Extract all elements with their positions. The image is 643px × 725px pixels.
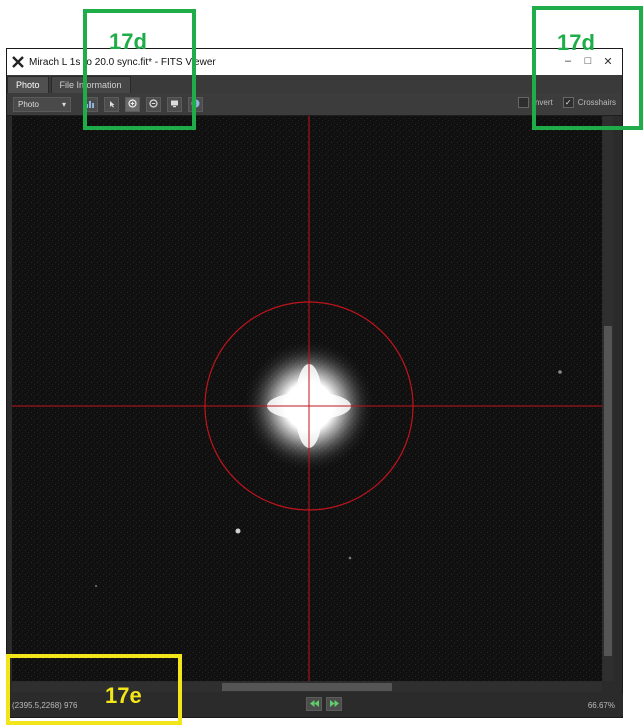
display-mode-value: Photo <box>18 99 39 109</box>
display-mode-select[interactable]: Photo ▾ <box>13 96 71 112</box>
vertical-scroll-thumb[interactable] <box>604 326 612 656</box>
rewind-icon <box>309 699 319 709</box>
faint-star <box>558 370 562 374</box>
callout-17e-status: 17e <box>6 654 182 725</box>
callout-label: 17e <box>105 683 142 708</box>
faint-star <box>94 584 98 588</box>
callout-label: 17d <box>557 30 595 55</box>
image-viewport[interactable] <box>12 116 602 681</box>
faint-star <box>235 528 241 534</box>
callout-17d-window-controls: 17d <box>532 6 643 130</box>
next-image-button[interactable] <box>326 697 342 711</box>
app-icon <box>11 55 25 69</box>
fast-forward-icon <box>329 699 339 709</box>
invert-checkbox-box[interactable] <box>517 97 529 108</box>
callout-17d-toolbar: 17d <box>83 9 196 130</box>
callout-label: 17d <box>109 29 147 54</box>
star-image <box>12 116 602 681</box>
previous-image-button[interactable] <box>306 697 322 711</box>
zoom-level: 66.67% <box>587 701 615 710</box>
tab-photo[interactable]: Photo <box>7 76 49 93</box>
chevron-down-icon: ▾ <box>61 99 66 109</box>
vertical-scrollbar[interactable] <box>603 116 613 681</box>
faint-star <box>348 556 352 560</box>
image-nav <box>306 697 346 711</box>
horizontal-scroll-thumb[interactable] <box>222 683 392 691</box>
